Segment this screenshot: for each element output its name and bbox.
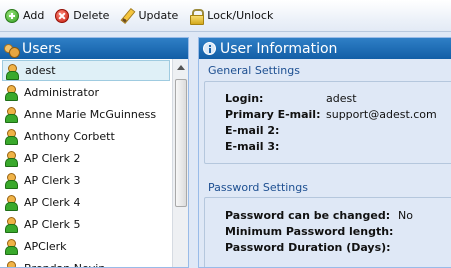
list-item[interactable]: APClerk xyxy=(0,235,172,257)
user-icon xyxy=(5,129,18,145)
user-icon xyxy=(5,217,18,233)
password-settings-group: Password can be changed: No Minimum Pass… xyxy=(204,197,451,267)
password-settings-title: Password Settings xyxy=(208,181,308,194)
scroll-up-icon[interactable] xyxy=(177,65,185,70)
scrollbar-thumb[interactable] xyxy=(175,79,187,207)
list-item[interactable]: AP Clerk 2 xyxy=(0,147,172,169)
user-icon xyxy=(6,63,19,80)
user-icon xyxy=(5,151,18,167)
user-name: Brendan Nevin xyxy=(24,261,106,268)
general-settings-group: Login: adest Primary E-mail: support@ade… xyxy=(204,81,451,164)
user-icon xyxy=(5,239,18,255)
password-can-change-label: Password can be changed: xyxy=(225,209,391,222)
user-list-scrollbar[interactable] xyxy=(172,59,188,267)
delete-button[interactable]: Delete xyxy=(55,5,109,27)
update-label: Update xyxy=(138,9,179,22)
user-name: Administrator xyxy=(24,85,99,99)
primary-email-label: Primary E-mail: xyxy=(225,108,321,121)
user-icon xyxy=(5,173,18,189)
list-item[interactable]: AP Clerk 3 xyxy=(0,169,172,191)
user-information-header: User Information xyxy=(199,38,451,59)
login-label: Login: xyxy=(225,92,264,105)
user-information-panel: User Information General Settings Login:… xyxy=(198,37,451,268)
add-label: Add xyxy=(23,9,45,22)
user-name: AP Clerk 5 xyxy=(24,217,81,231)
list-item[interactable]: AP Clerk 5 xyxy=(0,213,172,235)
delete-icon xyxy=(55,8,70,23)
email-3-label: E-mail 3: xyxy=(225,140,280,153)
users-panel-header: Users xyxy=(0,38,188,59)
login-value: adest xyxy=(326,92,357,105)
user-list: adest Administrator Anne Marie McGuinness A… xyxy=(0,59,172,268)
add-icon xyxy=(5,8,19,23)
user-icon xyxy=(5,107,18,123)
list-item[interactable]: Anne Marie McGuinness xyxy=(0,103,172,125)
user-icon xyxy=(5,261,16,267)
password-can-change-value: No xyxy=(398,209,413,222)
info-icon xyxy=(203,42,216,55)
user-name: APClerk xyxy=(24,239,67,253)
password-duration-label: Password Duration (Days): xyxy=(225,241,391,254)
toolbar: Add Delete Update Lock/Unlock xyxy=(0,0,451,32)
list-item[interactable]: adest xyxy=(2,60,170,81)
users-panel: Users adest Administrator Anne Marie McGui… xyxy=(0,37,189,268)
user-icon xyxy=(5,195,18,211)
list-item[interactable]: Anthony Corbett xyxy=(0,125,172,147)
user-name: Anthony Corbett xyxy=(24,129,115,143)
lock-unlock-button[interactable]: Lock/Unlock xyxy=(189,5,273,27)
user-name: AP Clerk 2 xyxy=(24,151,81,165)
user-name: adest xyxy=(25,64,56,77)
lock-unlock-label: Lock/Unlock xyxy=(207,9,274,22)
users-icon xyxy=(4,42,20,58)
email-2-label: E-mail 2: xyxy=(225,124,280,137)
pencil-icon xyxy=(120,9,134,23)
user-name: AP Clerk 4 xyxy=(24,195,81,209)
users-panel-title: Users xyxy=(22,40,62,57)
user-information-title: User Information xyxy=(220,40,338,57)
min-password-length-label: Minimum Password length: xyxy=(225,225,394,238)
user-icon xyxy=(5,85,18,101)
delete-label: Delete xyxy=(73,9,110,22)
user-name: AP Clerk 3 xyxy=(24,173,81,187)
list-item[interactable]: Brendan Nevin xyxy=(0,257,172,268)
list-item[interactable]: Administrator xyxy=(0,81,172,103)
add-button[interactable]: Add xyxy=(5,5,44,27)
update-button[interactable]: Update xyxy=(120,5,178,27)
primary-email-value: support@adest.com xyxy=(326,108,437,121)
general-settings-title: General Settings xyxy=(208,64,300,77)
lock-icon xyxy=(189,8,205,25)
list-item[interactable]: AP Clerk 4 xyxy=(0,191,172,213)
user-name: Anne Marie McGuinness xyxy=(24,107,157,121)
